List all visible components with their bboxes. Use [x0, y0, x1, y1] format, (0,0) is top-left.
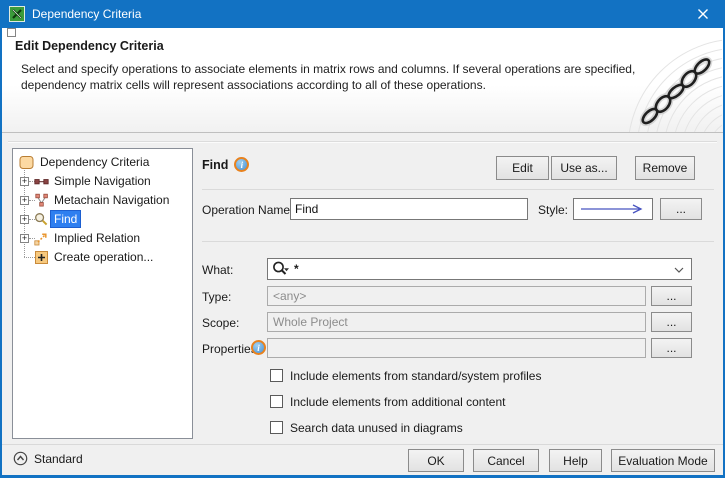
tree-expander[interactable]: +: [20, 215, 29, 224]
selected-operation-name: Find: [202, 158, 228, 172]
description-line-2: dependency matrix cells will represent a…: [21, 77, 635, 93]
scope-more-button[interactable]: ...: [651, 312, 692, 332]
tree-item-label: Create operation...: [51, 249, 156, 265]
use-as-button[interactable]: Use as...: [551, 156, 617, 180]
include-standard-profiles-checkbox[interactable]: [270, 369, 283, 382]
window-title: Dependency Criteria: [32, 7, 141, 21]
metachain-navigation-icon: [34, 193, 49, 208]
help-button[interactable]: Help: [549, 449, 602, 472]
type-label: Type:: [202, 290, 231, 304]
tree-item-dependency-criteria[interactable]: Dependency Criteria: [13, 153, 152, 171]
chevron-down-icon: [674, 267, 684, 273]
what-combobox[interactable]: *: [267, 258, 692, 280]
info-icon[interactable]: i: [251, 340, 266, 355]
evaluation-mode-button[interactable]: Evaluation Mode: [611, 449, 715, 472]
what-value: *: [294, 262, 299, 276]
type-more-button[interactable]: ...: [651, 286, 692, 306]
tree-item-label: Find: [51, 211, 80, 227]
tree-item-label: Simple Navigation: [51, 173, 154, 189]
type-field: <any>: [267, 286, 646, 306]
properties-more-button[interactable]: ...: [651, 338, 692, 358]
ok-button[interactable]: OK: [408, 449, 464, 472]
style-preview[interactable]: [573, 198, 653, 220]
description-line-1: Select and specify operations to associa…: [21, 61, 635, 77]
page-title: Edit Dependency Criteria: [15, 39, 164, 53]
search-unused-data-checkbox[interactable]: [270, 421, 283, 434]
dependency-criteria-dialog: Dependency Criteria: [0, 0, 725, 478]
close-icon: [697, 8, 709, 20]
mode-label: Standard: [34, 452, 83, 466]
section-separator: [202, 241, 714, 242]
scope-label: Scope:: [202, 316, 239, 330]
find-icon: [34, 212, 49, 227]
style-more-button[interactable]: ...: [660, 198, 702, 220]
what-label: What:: [202, 263, 233, 277]
dialog-header: Edit Dependency Criteria Select and spec…: [2, 28, 723, 133]
search-unused-data-label: Search data unused in diagrams: [290, 421, 463, 435]
properties-field: [267, 338, 646, 358]
criteria-package-icon: [19, 155, 34, 170]
mode-toggle[interactable]: Standard: [13, 451, 83, 466]
tree-item-label: Implied Relation: [51, 230, 143, 246]
operation-name-input[interactable]: [290, 198, 528, 220]
tree-item-implied-relation[interactable]: Implied Relation: [13, 229, 143, 247]
info-icon[interactable]: i: [234, 157, 249, 172]
content-separator: [8, 141, 717, 143]
edit-button[interactable]: Edit: [496, 156, 549, 180]
tree-expander[interactable]: +: [20, 234, 29, 243]
tree-expander[interactable]: +: [20, 196, 29, 205]
remove-button[interactable]: Remove: [635, 156, 695, 180]
collapse-mode-icon: [13, 451, 28, 466]
tree-item-label: Metachain Navigation: [51, 192, 172, 208]
tree-expander[interactable]: +: [20, 177, 29, 186]
tree-item-label: Dependency Criteria: [37, 154, 152, 170]
create-operation-icon: [34, 250, 49, 265]
close-button[interactable]: [683, 0, 723, 28]
selected-operation-title: Find i: [202, 157, 249, 172]
dependency-matrix-icon: [9, 6, 25, 22]
include-additional-content-label: Include elements from additional content: [290, 395, 505, 409]
simple-navigation-icon: [34, 174, 49, 189]
footer-separator: [2, 444, 723, 445]
title-bar: Dependency Criteria: [2, 0, 723, 28]
style-label: Style:: [538, 203, 568, 217]
cancel-button[interactable]: Cancel: [473, 449, 539, 472]
operation-name-label: Operation Name:: [202, 203, 293, 217]
criteria-tree: Dependency Criteria Simple Navigation + …: [12, 148, 193, 439]
scope-field: Whole Project: [267, 312, 646, 332]
section-separator: [202, 189, 714, 190]
implied-relation-icon: [34, 231, 49, 246]
dependency-arrow-icon: [577, 204, 649, 214]
include-standard-profiles-label: Include elements from standard/system pr…: [290, 369, 541, 383]
include-additional-content-checkbox[interactable]: [270, 395, 283, 408]
page-description: Select and specify operations to associa…: [21, 61, 635, 93]
search-dropdown-icon: [272, 261, 292, 277]
